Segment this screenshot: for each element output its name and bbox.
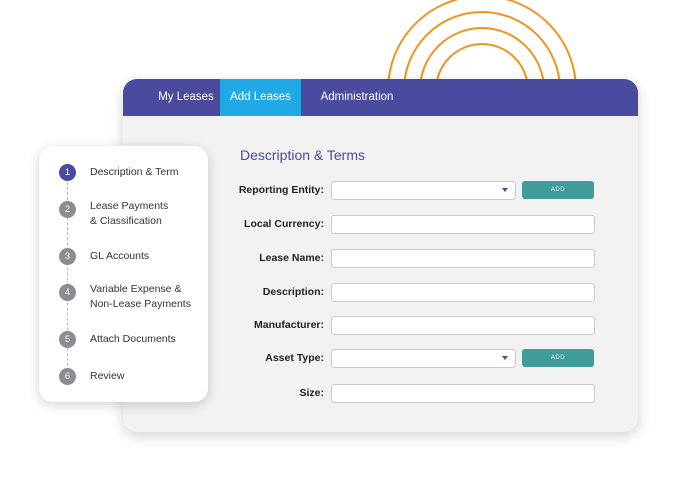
step-label: Review — [90, 370, 125, 382]
step-number: 2 — [59, 201, 76, 218]
add-asset-type-button[interactable]: ADD — [522, 349, 594, 367]
step-label: Attach Documents — [90, 333, 176, 345]
step-number: 1 — [59, 164, 76, 181]
step-number: 4 — [59, 284, 76, 301]
asset-type-select[interactable] — [331, 349, 516, 368]
nav-tab-administration[interactable]: Administration — [301, 79, 413, 116]
step-number: 6 — [59, 368, 76, 385]
step-number: 3 — [59, 248, 76, 265]
decorative-arcs — [387, 0, 577, 90]
manufacturer-input[interactable] — [331, 316, 595, 335]
local-currency-input[interactable] — [331, 215, 595, 234]
add-reporting-entity-button[interactable]: ADD — [522, 181, 594, 199]
step-label: GL Accounts — [90, 250, 150, 262]
lease-name-input[interactable] — [331, 249, 595, 268]
nav-tab-my-leases[interactable]: My Leases — [151, 79, 221, 116]
nav-tab-add-leases[interactable]: Add Leases — [220, 79, 301, 116]
step-number: 5 — [59, 331, 76, 348]
chevron-down-icon — [502, 356, 508, 360]
step-label: Description & Term — [90, 166, 179, 178]
description-input[interactable] — [331, 283, 595, 302]
size-input[interactable] — [331, 384, 595, 403]
step-label: Lease Payments & Classification — [90, 200, 169, 227]
reporting-entity-select[interactable] — [331, 181, 516, 200]
chevron-down-icon — [502, 188, 508, 192]
form-title: Description & Terms — [240, 147, 366, 163]
steps-panel: 1 Description & Term 2 Lease Payments & … — [39, 146, 208, 402]
step-label: Variable Expense & Non-Lease Payments — [90, 283, 191, 310]
top-navbar: My Leases Add Leases Administration — [123, 79, 638, 116]
